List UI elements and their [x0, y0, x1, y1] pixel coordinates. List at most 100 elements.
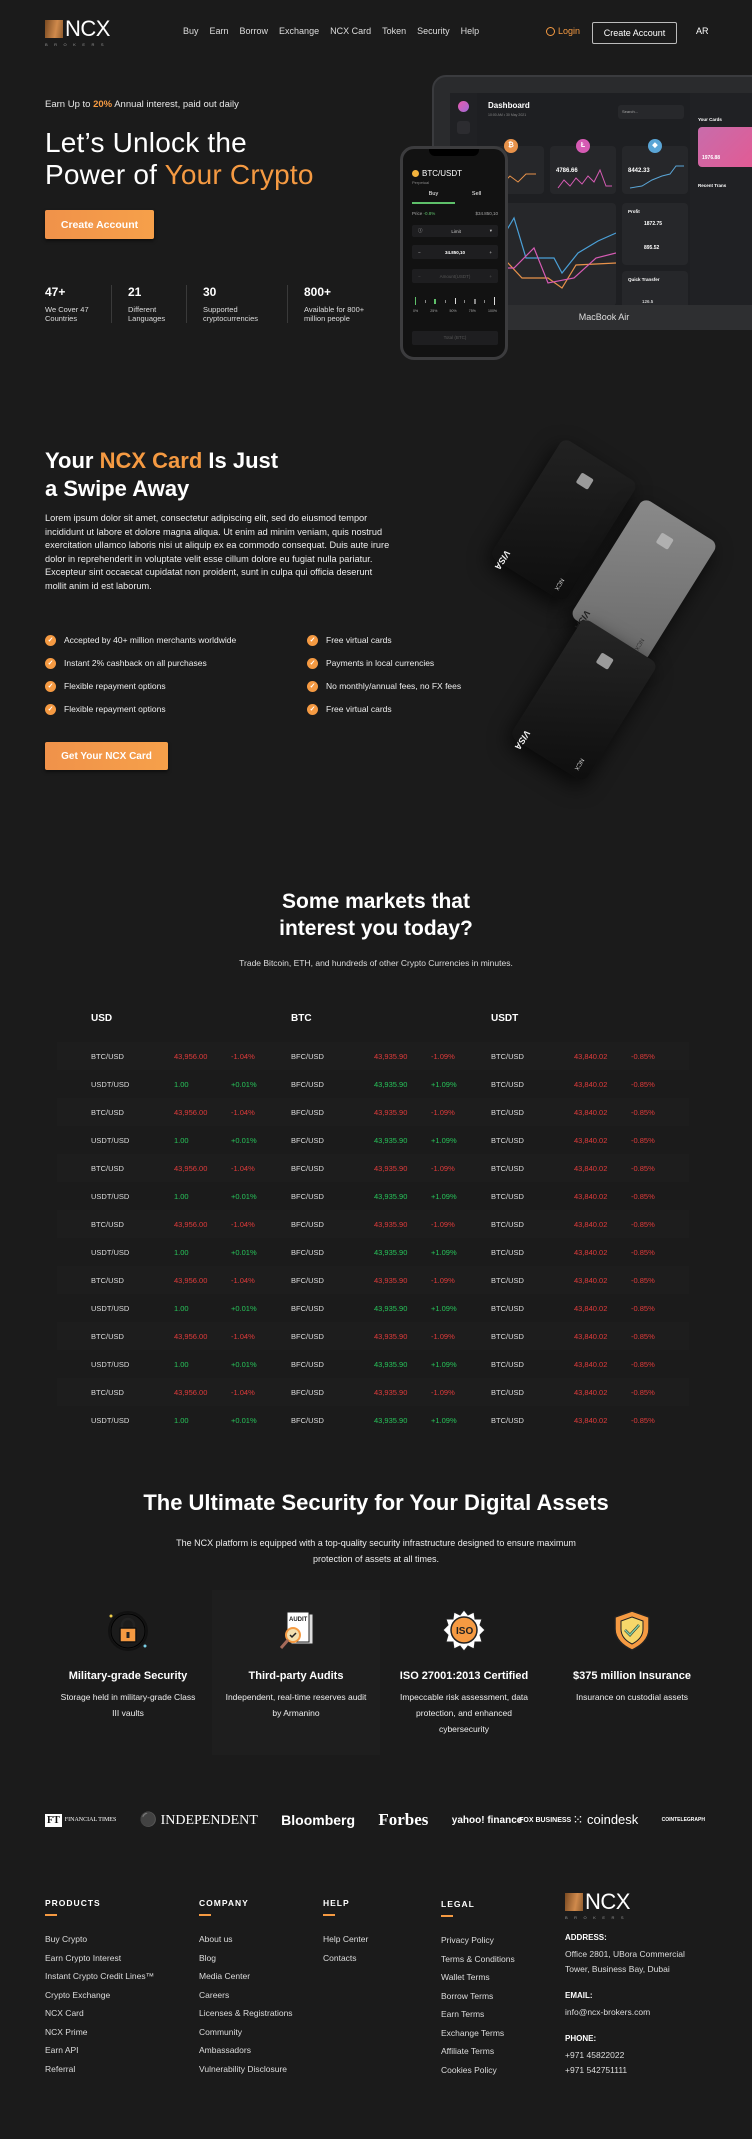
market-price: 43,935.90: [374, 1135, 408, 1145]
footer-link[interactable]: Community: [199, 2027, 293, 2046]
nav-token[interactable]: Token: [382, 26, 406, 36]
market-row[interactable]: BTC/USD 43,956.00 -1.04% BFC/USD 43,935.90 -1…: [57, 1322, 689, 1350]
footer-heading: COMPANY: [199, 1898, 249, 1908]
market-row[interactable]: BTC/USD 43,956.00 -1.04% BFC/USD 43,935.90 -1…: [57, 1098, 689, 1126]
market-change: -1.04%: [231, 1275, 255, 1285]
phone-notch: [429, 149, 479, 156]
market-row[interactable]: USDT/USD 1.00 +0.01% BFC/USD 43,935.90 +1.09%…: [57, 1406, 689, 1434]
footer-link[interactable]: Privacy Policy: [441, 1935, 515, 1954]
footer-link[interactable]: Earn Crypto Interest: [45, 1953, 154, 1972]
user-icon: [546, 26, 555, 36]
login-link[interactable]: Login: [546, 26, 580, 36]
get-ncx-card-button[interactable]: Get Your NCX Card: [45, 742, 168, 770]
security-item-desc: Independent, real-time reserves audit by…: [225, 1692, 367, 1718]
market-row[interactable]: USDT/USD 1.00 +0.01% BFC/USD 43,935.90 +1.09%…: [57, 1350, 689, 1378]
header-create-account-button[interactable]: Create Account: [592, 22, 677, 44]
footer-link[interactable]: Cookies Policy: [441, 2065, 515, 2084]
footer-link[interactable]: Buy Crypto: [45, 1934, 154, 1953]
language-switch[interactable]: AR: [696, 26, 709, 36]
stat-label: Different Languages: [128, 305, 166, 323]
feature-item: ✓ Free virtual cards: [307, 702, 487, 716]
footer-link[interactable]: Help Center: [323, 1934, 368, 1953]
nav-ncx-card[interactable]: NCX Card: [330, 26, 371, 36]
footer-link[interactable]: Crypto Exchange: [45, 1990, 154, 2009]
market-pair: USDT/USD: [91, 1135, 130, 1145]
phone-number[interactable]: +971 542751111: [565, 2063, 690, 2078]
footer-link[interactable]: Affiliate Terms: [441, 2046, 515, 2065]
market-row[interactable]: USDT/USD 1.00 +0.01% BFC/USD 43,935.90 +1.09%…: [57, 1294, 689, 1322]
market-row[interactable]: BTC/USD 43,956.00 -1.04% BFC/USD 43,935.90 -1…: [57, 1210, 689, 1238]
market-price: 43,840.02: [574, 1359, 608, 1369]
footer-link[interactable]: Terms & Conditions: [441, 1954, 515, 1973]
market-price: 43,840.02: [574, 1135, 608, 1145]
card-chip-icon: [595, 652, 614, 670]
market-price: 1.00: [174, 1359, 189, 1369]
market-pair: BFC/USD: [291, 1359, 324, 1369]
profit-income: 1872.75: [644, 221, 663, 227]
press-cointelegraph: COINTELEGRAPH: [661, 1817, 705, 1823]
footer-link[interactable]: Ambassadors: [199, 2045, 293, 2064]
market-row[interactable]: USDT/USD 1.00 +0.01% BFC/USD 43,935.90 +1.09%…: [57, 1070, 689, 1098]
footer-link[interactable]: Vulnerability Disclosure: [199, 2064, 293, 2083]
feature-text: Accepted by 40+ million merchants worldw…: [64, 635, 237, 645]
footer-logo[interactable]: NCX BROKERS: [565, 1891, 690, 1920]
footer-link[interactable]: Earn Terms: [441, 2009, 515, 2028]
feature-text: Free virtual cards: [326, 704, 392, 714]
nav-borrow[interactable]: Borrow: [240, 26, 269, 36]
footer-link[interactable]: Borrow Terms: [441, 1991, 515, 2010]
market-pair: BTC/USD: [91, 1107, 124, 1117]
market-row[interactable]: USDT/USD 1.00 +0.01% BFC/USD 43,935.90 +1.09%…: [57, 1238, 689, 1266]
nav-exchange[interactable]: Exchange: [279, 26, 319, 36]
nav-help[interactable]: Help: [461, 26, 480, 36]
email-link[interactable]: info@ncx-brokers.com: [565, 2005, 690, 2020]
footer-link[interactable]: NCX Prime: [45, 2027, 154, 2046]
hero-create-account-button[interactable]: Create Account: [45, 210, 154, 239]
market-row[interactable]: BTC/USD 43,956.00 -1.04% BFC/USD 43,935.90 -1…: [57, 1378, 689, 1406]
market-pair: BTC/USD: [491, 1219, 524, 1229]
footer-link[interactable]: About us: [199, 1934, 293, 1953]
footer-help: HELP Help Center Contacts: [323, 1898, 368, 1971]
footer-link[interactable]: Blog: [199, 1953, 293, 1972]
market-change: +0.01%: [231, 1415, 257, 1425]
dashboard-title: Dashboard: [488, 101, 530, 110]
market-row[interactable]: BTC/USD 43,956.00 -1.04% BFC/USD 43,935.90 -1…: [57, 1266, 689, 1294]
footer-link[interactable]: Wallet Terms: [441, 1972, 515, 1991]
press-independent: ⚫ INDEPENDENT: [139, 1812, 258, 1828]
stat-label: Supported cryptocurrencies: [203, 305, 259, 323]
card-title-prefix: Your: [45, 448, 100, 473]
market-pair: BTC/USD: [91, 1331, 124, 1341]
nav-security[interactable]: Security: [417, 26, 450, 36]
footer-link[interactable]: Careers: [199, 1990, 293, 2009]
market-row[interactable]: BTC/USD 43,956.00 -1.04% BFC/USD 43,935.90 -1…: [57, 1042, 689, 1070]
footer-link[interactable]: Contacts: [323, 1953, 368, 1972]
market-row[interactable]: USDT/USD 1.00 +0.01% BFC/USD 43,935.90 +1.09%…: [57, 1182, 689, 1210]
profit-expense: 895.52: [644, 245, 660, 251]
dashboard-card: 1976.88: [698, 127, 752, 167]
phone-number[interactable]: +971 45822022: [565, 2048, 690, 2063]
footer-link[interactable]: Licenses & Registrations: [199, 2008, 293, 2027]
check-icon: ✓: [307, 657, 318, 669]
market-price: 43,840.02: [574, 1163, 608, 1173]
footer-link[interactable]: Exchange Terms: [441, 2028, 515, 2047]
market-row[interactable]: BTC/USD 43,956.00 -1.04% BFC/USD 43,935.90 -1…: [57, 1154, 689, 1182]
market-change: +0.01%: [231, 1247, 257, 1257]
nav-buy[interactable]: Buy: [183, 26, 199, 36]
heading-underline: [45, 1914, 57, 1916]
security-item-title: Third-party Audits: [248, 1670, 344, 1682]
market-pair: BTC/USD: [91, 1275, 124, 1285]
feature-text: No monthly/annual fees, no FX fees: [326, 681, 462, 691]
market-price: 43,956.00: [174, 1051, 208, 1061]
footer-link[interactable]: Instant Crypto Credit Lines™: [45, 1971, 154, 1990]
footer-link[interactable]: Earn API: [45, 2045, 154, 2064]
market-row[interactable]: USDT/USD 1.00 +0.01% BFC/USD 43,935.90 +1.09%…: [57, 1126, 689, 1154]
feature-text: Payments in local currencies: [326, 658, 435, 668]
footer-link[interactable]: Referral: [45, 2064, 154, 2083]
footer-link[interactable]: Media Center: [199, 1971, 293, 1990]
market-change: -1.04%: [231, 1219, 255, 1229]
stat-label: We Cover 47 Countries: [45, 305, 89, 323]
footer-link[interactable]: NCX Card: [45, 2008, 154, 2027]
security-item-audits: AUDIT Third-party Audits Independent, re…: [212, 1590, 380, 1755]
footer-heading: HELP: [323, 1898, 350, 1908]
ncx-logo[interactable]: NCX BROKERS: [45, 18, 110, 47]
nav-earn[interactable]: Earn: [210, 26, 229, 36]
